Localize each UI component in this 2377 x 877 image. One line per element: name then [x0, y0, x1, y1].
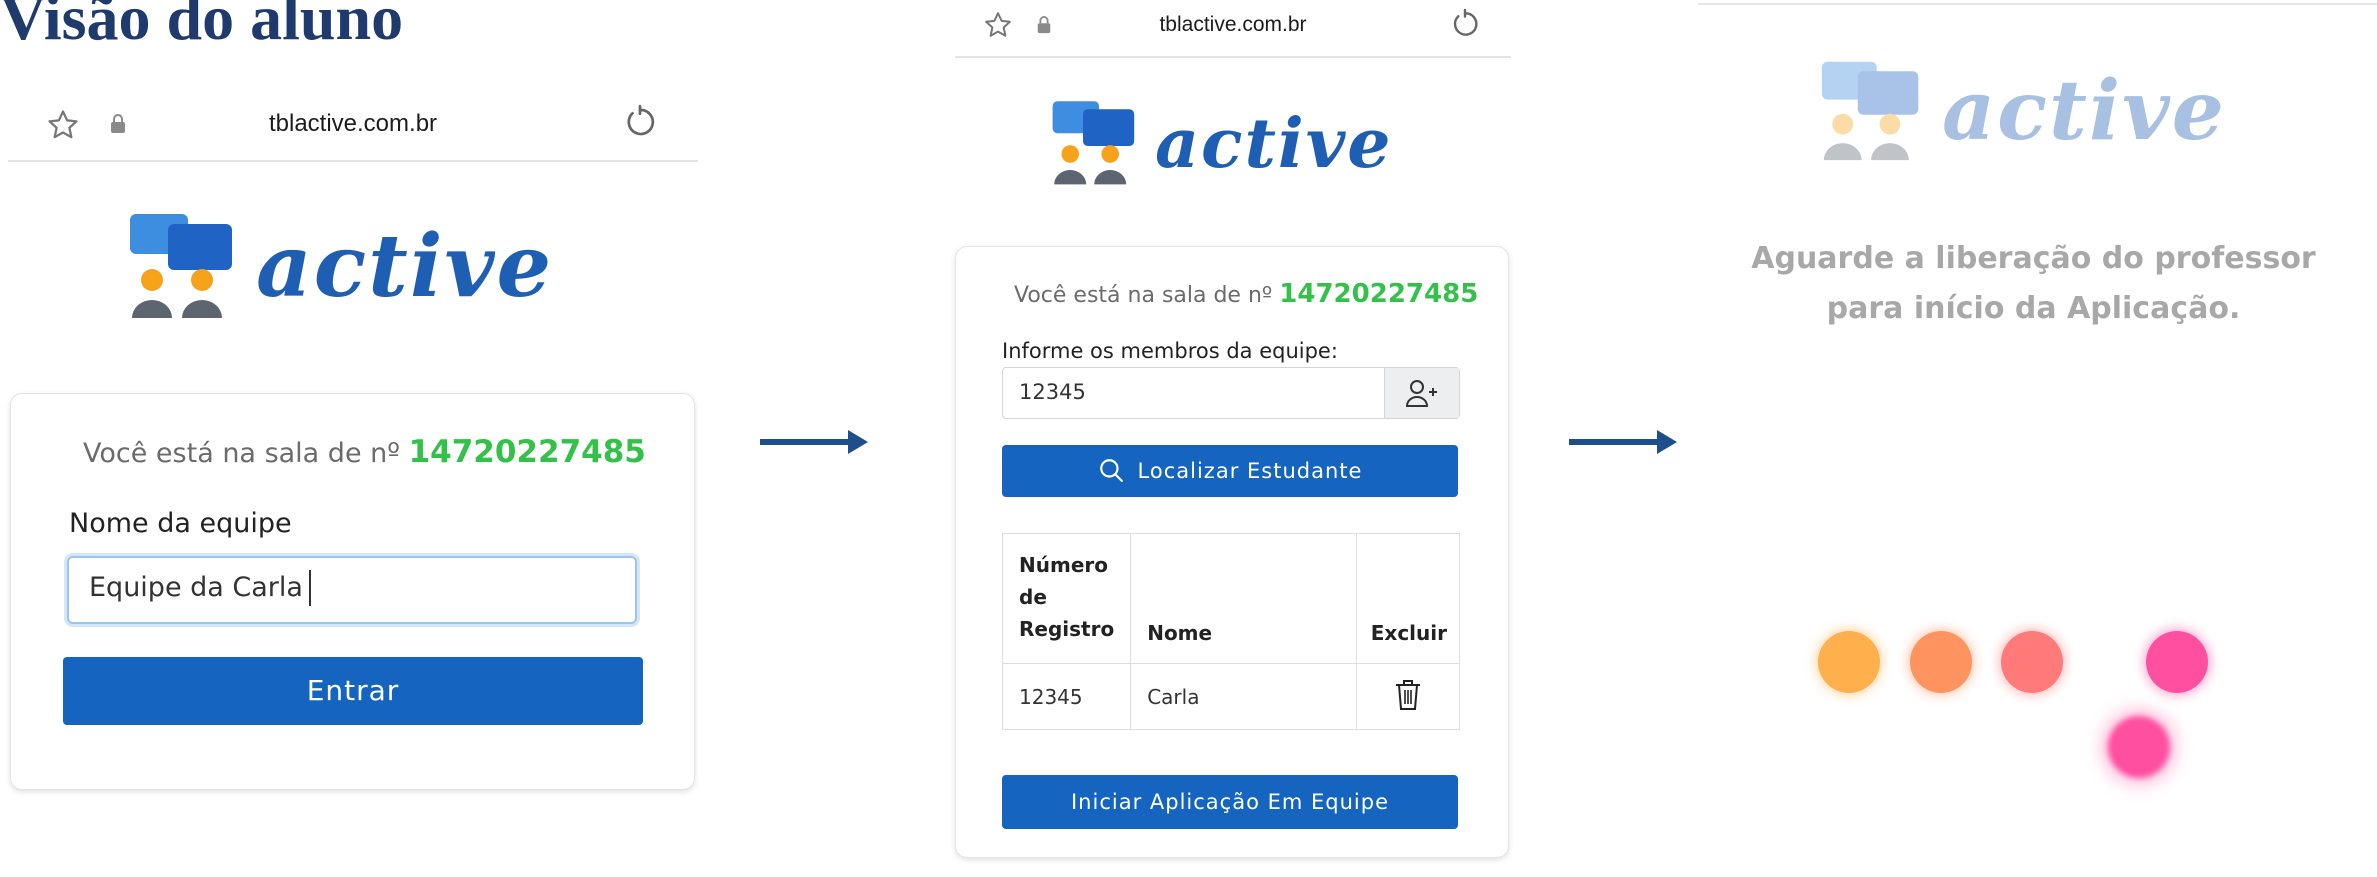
team-name-label: Nome da equipe: [69, 508, 292, 539]
search-button-label: Localizar Estudante: [1137, 459, 1363, 483]
members-table: Número de Registro Nome Excluir 12345 Ca…: [1001, 533, 1461, 730]
arrow-right-icon: [760, 430, 868, 454]
column-header-registro: Número de Registro: [1001, 533, 1132, 664]
team-people-icon: [130, 214, 232, 318]
logo-wordmark: active: [1155, 104, 1393, 184]
add-member-button[interactable]: [1384, 368, 1459, 418]
reload-icon[interactable]: [1449, 8, 1481, 40]
table-header-row: Número de Registro Nome Excluir: [1001, 533, 1461, 664]
browser-address-bar: tblactive.com.br: [955, 0, 1511, 58]
room-info: Você está na sala de nº 14720227485: [83, 434, 646, 470]
table-row: 12345 Carla: [1001, 663, 1461, 730]
logo-wordmark: active: [256, 216, 554, 317]
screen-waiting: active Aguarde a liberação do professor …: [1690, 0, 2377, 877]
team-people-icon: [1821, 61, 1919, 161]
arrow-right-icon: [1569, 430, 1677, 454]
waiting-line-2: para início da Aplicação.: [1826, 291, 2241, 326]
team-name-input[interactable]: Equipe da Carla: [67, 556, 637, 624]
waiting-message: Aguarde a liberação do professor para in…: [1690, 234, 2377, 334]
search-icon: [1099, 459, 1123, 482]
room-info: Você está na sala de nº 14720227485: [1014, 279, 1478, 309]
loader-dot: [2146, 631, 2208, 693]
members-label: Informe os membros da equipe:: [1002, 339, 1338, 363]
start-team-application-button[interactable]: Iniciar Aplicação Em Equipe: [1002, 775, 1458, 829]
trash-icon[interactable]: [1394, 678, 1422, 712]
cell-excluir: [1355, 663, 1461, 730]
team-people-icon: [1052, 101, 1135, 185]
loader-dot: [1910, 631, 1972, 693]
active-logo: active: [128, 210, 568, 320]
waiting-line-1: Aguarde a liberação do professor: [1751, 241, 2316, 276]
room-prefix: Você está na sala de nº: [1014, 283, 1273, 308]
reload-icon[interactable]: [622, 104, 658, 140]
loader-dot: [2108, 716, 2170, 778]
text-cursor: [309, 570, 311, 606]
loader-dot: [1818, 631, 1880, 693]
team-members-card: Você está na sala de nº 14720227485 Info…: [955, 246, 1509, 858]
room-number: 14720227485: [408, 434, 646, 470]
column-header-excluir: Excluir: [1355, 533, 1461, 664]
cell-nome: Carla: [1130, 663, 1357, 730]
active-logo: active: [1051, 98, 1411, 188]
top-divider: [1698, 3, 2377, 5]
active-logo-faded: active: [1820, 58, 2240, 168]
team-form-card: Você está na sala de nº 14720227485 Nome…: [10, 393, 695, 790]
screen-team-name: tblactive.com.br active Você está na sal…: [0, 0, 700, 877]
search-student-button[interactable]: Localizar Estudante: [1002, 445, 1458, 497]
enter-button[interactable]: Entrar: [63, 657, 643, 725]
cell-registro: 12345: [1001, 663, 1132, 730]
add-user-icon: [1405, 380, 1437, 407]
column-header-nome: Nome: [1130, 533, 1357, 664]
url-text[interactable]: tblactive.com.br: [8, 110, 698, 138]
member-input-value: 12345: [1019, 380, 1086, 404]
url-text[interactable]: tblactive.com.br: [955, 13, 1511, 37]
room-prefix: Você está na sala de nº: [83, 438, 400, 469]
browser-address-bar: tblactive.com.br: [8, 96, 698, 162]
member-registration-input[interactable]: 12345: [1002, 367, 1460, 419]
screen-team-members: tblactive.com.br active Você está na sal…: [955, 0, 1515, 877]
room-number: 14720227485: [1279, 279, 1479, 309]
team-name-value: Equipe da Carla: [89, 572, 303, 603]
logo-wordmark: active: [1942, 63, 2226, 159]
loader-dot: [2001, 631, 2063, 693]
